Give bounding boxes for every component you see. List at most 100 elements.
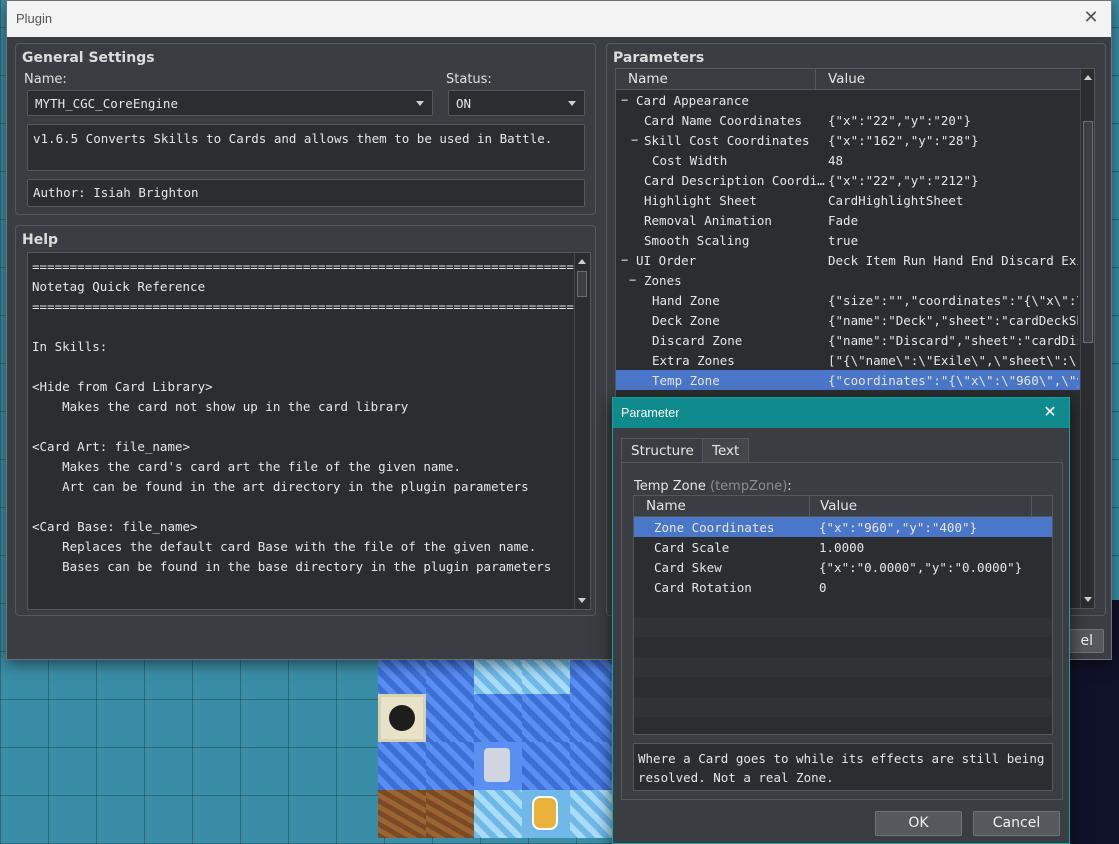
tree-row[interactable]: − Card Appearance	[616, 90, 1080, 110]
collapse-icon[interactable]: −	[621, 253, 628, 267]
empty-row	[634, 697, 1052, 717]
tree-row-name: Extra Zones	[652, 353, 735, 368]
help-line: Replaces the default card Base with the …	[32, 539, 537, 554]
tree-row-value: {"x":"22","y":"20"}	[828, 113, 971, 128]
structure-row-name: Card Skew	[654, 560, 722, 575]
tree-row[interactable]: − Zones	[616, 270, 1080, 290]
empty-row	[634, 637, 1052, 657]
empty-row	[634, 717, 1052, 734]
tree-row-value: Fade	[828, 213, 859, 228]
tree-row[interactable]: Smooth Scaling true	[616, 230, 1080, 250]
tree-row-name: Highlight Sheet	[644, 193, 757, 208]
ice-tile	[474, 790, 522, 838]
column-header-value[interactable]: Value	[828, 71, 865, 87]
tree-row-name: Smooth Scaling	[644, 233, 750, 248]
tree-row[interactable]: Discard Zone {"name":"Discard","sheet":"c…	[616, 330, 1080, 350]
collapse-icon[interactable]: −	[631, 133, 638, 147]
scroll-up-icon[interactable]	[1084, 75, 1092, 80]
help-title: Help	[22, 232, 59, 248]
collapse-icon[interactable]: −	[621, 93, 628, 107]
water-tile	[522, 742, 570, 790]
description-field[interactable]: v1.6.5 Converts Skills to Cards and allo…	[27, 124, 585, 171]
water-tile	[474, 694, 522, 742]
structure-row[interactable]: Zone Coordinates {"x":"960","y":"400"}	[634, 517, 1052, 537]
close-icon[interactable]: ✕	[1079, 6, 1103, 30]
tree-row[interactable]: Cost Width 48	[616, 150, 1080, 170]
structure-row-name: Card Scale	[654, 540, 730, 555]
parameters-title: Parameters	[613, 50, 705, 66]
water-tile	[426, 694, 474, 742]
ok-button[interactable]: OK	[875, 811, 962, 836]
author-field[interactable]: Author: Isiah Brighton	[27, 179, 585, 207]
player-character-sprite	[522, 790, 570, 838]
parameters-scrollbar[interactable]	[1080, 69, 1094, 608]
general-settings-group: General Settings Name: MYTH_CGC_CoreEngi…	[15, 43, 596, 215]
tree-row-value: Deck Item Run Hand End Discard Exile	[828, 253, 1078, 268]
scroll-thumb[interactable]	[1083, 121, 1093, 343]
column-header-name[interactable]: Name	[646, 498, 686, 514]
statue-tile	[474, 742, 522, 790]
column-header-value[interactable]: Value	[820, 498, 857, 514]
column-divider	[815, 69, 816, 89]
structure-table[interactable]: Name Value Zone Coordinates {"x":"960","y…	[633, 495, 1053, 735]
help-line: In Skills:	[32, 339, 108, 354]
tree-row[interactable]: − Skill Cost Coordinates {"x":"162","y":"2…	[616, 130, 1080, 150]
structure-row[interactable]: Card Rotation 0	[634, 577, 1052, 597]
dirt-tile	[426, 790, 474, 838]
tree-row-value: {"size":"","coordinates":"{\"x\":\…	[828, 293, 1078, 308]
structure-row-name: Zone Coordinates	[654, 520, 775, 535]
tree-row-name: Cost Width	[652, 153, 728, 168]
tree-row[interactable]: Card Name Coordinates {"x":"22","y":"20"}	[616, 110, 1080, 130]
tree-row[interactable]: − UI Order Deck Item Run Hand End Discard …	[616, 250, 1080, 270]
tree-row[interactable]: Extra Zones ["{\"name\":\"Exile\",\"sheet…	[616, 350, 1080, 370]
tree-row[interactable]: Hand Zone {"size":"","coordinates":"{\"x\…	[616, 290, 1080, 310]
chevron-down-icon	[416, 101, 424, 106]
collapse-icon[interactable]: −	[629, 273, 636, 287]
column-header-name[interactable]: Name	[628, 71, 668, 87]
cancel-button[interactable]: Cancel	[973, 811, 1060, 836]
tree-row-name: Temp Zone	[652, 373, 720, 388]
name-select[interactable]: MYTH_CGC_CoreEngine	[27, 90, 433, 116]
help-line: Notetag Quick Reference	[32, 279, 206, 294]
tree-row-value: true	[828, 233, 859, 248]
structure-row[interactable]: Card Scale 1.0000	[634, 537, 1052, 557]
structure-row-name: Card Rotation	[654, 580, 752, 595]
tree-row-name: Skill Cost Coordinates	[644, 133, 810, 148]
cancel-button-label: Cancel	[992, 815, 1041, 831]
structure-row-value: {"x":"0.0000","y":"0.0000"}	[819, 560, 1023, 575]
rock-tile	[378, 694, 426, 742]
structure-row[interactable]: Card Skew {"x":"0.0000","y":"0.0000"}	[634, 557, 1052, 577]
scroll-down-icon[interactable]	[578, 598, 586, 603]
tree-row[interactable]: Highlight Sheet CardHighlightSheet	[616, 190, 1080, 210]
status-select[interactable]: ON	[448, 90, 585, 116]
tree-row[interactable]: Card Description Coordi… {"x":"22","y":"2…	[616, 170, 1080, 190]
status-label: Status:	[446, 72, 492, 87]
structure-row-value: 0	[819, 580, 827, 595]
scroll-down-icon[interactable]	[1084, 597, 1092, 602]
parameter-dialog-titlebar: Parameter ✕	[613, 398, 1069, 428]
tab-text[interactable]: Text	[702, 438, 750, 463]
close-icon[interactable]: ✕	[1039, 401, 1061, 423]
name-label: Name:	[24, 72, 67, 87]
help-line: ========================================…	[32, 299, 591, 314]
scroll-thumb[interactable]	[577, 271, 587, 297]
tree-row[interactable]: Removal Animation Fade	[616, 210, 1080, 230]
tree-row[interactable]: Temp Zone {"coordinates":"{\"x\":\"960\",…	[616, 370, 1080, 390]
column-divider	[809, 496, 810, 516]
tree-row-name: Deck Zone	[652, 313, 720, 328]
tab-text-label: Text	[712, 443, 740, 459]
tree-row-name: Card Appearance	[636, 93, 749, 108]
help-line: ========================================…	[32, 259, 591, 274]
tree-row-name: Removal Animation	[644, 213, 772, 228]
scroll-up-icon[interactable]	[578, 259, 586, 264]
ice-tile	[570, 790, 618, 838]
window-title: Plugin	[16, 11, 53, 26]
tab-structure[interactable]: Structure	[621, 438, 704, 463]
tree-row[interactable]: Deck Zone {"name":"Deck","sheet":"cardDec…	[616, 310, 1080, 330]
struct-name: Temp Zone	[634, 479, 706, 494]
help-scrollbar[interactable]	[574, 253, 590, 609]
help-text-area[interactable]: ========================================…	[27, 252, 591, 610]
water-tile	[378, 742, 426, 790]
struct-key: (tempZone)	[710, 479, 788, 494]
empty-row	[634, 617, 1052, 637]
